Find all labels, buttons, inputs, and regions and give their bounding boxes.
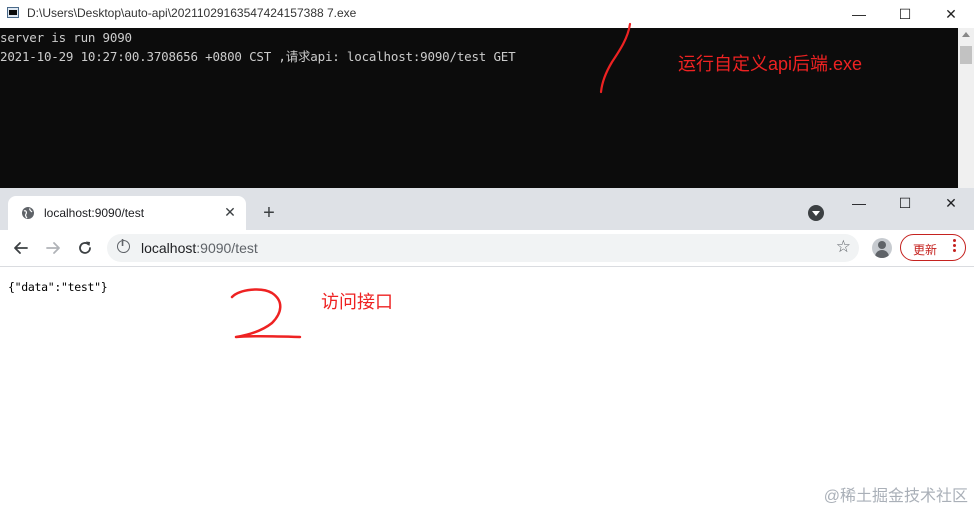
tab-close-button[interactable]: ✕ bbox=[220, 202, 240, 222]
watermark: @稀土掘金技术社区 bbox=[823, 488, 968, 505]
forward-arrow-icon bbox=[46, 242, 60, 254]
reload-button[interactable] bbox=[73, 237, 97, 259]
browser-maximize-button[interactable]: ☐ bbox=[882, 190, 928, 216]
tab-title: localhost:9090/test bbox=[44, 206, 145, 220]
page-content: {"data":"test"} 访问接口 bbox=[0, 267, 974, 512]
update-label: 更新 bbox=[913, 243, 938, 257]
browser-minimize-button[interactable]: — bbox=[836, 190, 882, 216]
console-annotation: 运行自定义api后端.exe bbox=[678, 54, 863, 74]
console-window: D:\Users\Desktop\auto-api\20211029163547… bbox=[0, 0, 974, 188]
browser-toolbar: localhost:9090/test ☆ 更新 bbox=[0, 230, 974, 267]
close-icon: ✕ bbox=[224, 203, 236, 220]
more-vert-icon[interactable] bbox=[953, 239, 956, 254]
new-tab-button[interactable]: + bbox=[258, 202, 280, 224]
minimize-icon: — bbox=[852, 195, 866, 211]
tab-strip: localhost:9090/test ✕ + — ☐ ✕ bbox=[0, 188, 974, 230]
profile-icon[interactable] bbox=[872, 238, 892, 258]
reload-icon bbox=[79, 241, 91, 254]
tab-localhost[interactable]: localhost:9090/test ✕ bbox=[8, 196, 246, 230]
update-button[interactable]: 更新 bbox=[900, 234, 966, 261]
browser-window: localhost:9090/test ✕ + — ☐ ✕ local bbox=[0, 188, 974, 512]
annotation-mark-2 bbox=[230, 288, 302, 339]
url-path: :9090/test bbox=[196, 240, 258, 256]
browser-annotation: 访问接口 bbox=[321, 292, 393, 312]
back-button[interactable] bbox=[9, 237, 33, 259]
browser-close-button[interactable]: ✕ bbox=[928, 190, 974, 216]
close-icon: ✕ bbox=[945, 194, 957, 211]
address-bar[interactable]: localhost:9090/test ☆ bbox=[107, 234, 859, 262]
forward-button[interactable] bbox=[41, 237, 65, 259]
info-icon[interactable] bbox=[117, 239, 130, 253]
globe-icon bbox=[22, 207, 34, 219]
tab-search-icon[interactable] bbox=[808, 205, 824, 221]
url-text[interactable]: localhost:9090/test bbox=[141, 240, 258, 256]
maximize-icon: ☐ bbox=[898, 194, 912, 211]
star-icon[interactable]: ☆ bbox=[836, 237, 851, 257]
plus-icon: + bbox=[263, 201, 275, 224]
url-host: localhost bbox=[141, 240, 197, 256]
annotation-mark-1 bbox=[599, 22, 632, 94]
back-arrow-icon bbox=[14, 242, 28, 254]
